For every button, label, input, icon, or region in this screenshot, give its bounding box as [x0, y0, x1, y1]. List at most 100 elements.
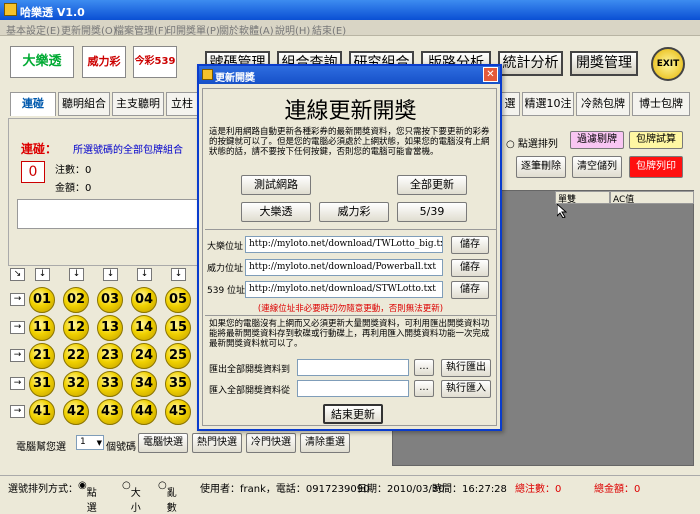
import-button[interactable]: 執行匯入 — [441, 380, 491, 398]
number-ball[interactable]: 01 — [29, 287, 55, 313]
url-lotto-field[interactable]: http://myloto.net/download/TWLotto_big.t… — [245, 236, 443, 253]
exit-button[interactable]: EXIT — [651, 47, 685, 81]
row-arrow-icon[interactable]: → — [10, 377, 25, 390]
col-arrow-icon[interactable]: ↓ — [171, 268, 186, 281]
save-powerball-button[interactable]: 儲存 — [451, 259, 489, 277]
import-label: 匯入全部開獎資料從 — [209, 386, 291, 396]
close-icon[interactable]: ✕ — [483, 67, 498, 82]
row-arrow-icon[interactable]: → — [10, 321, 25, 334]
number-ball[interactable]: 21 — [29, 343, 55, 369]
tab-hotcold[interactable]: 冷熱包牌 — [576, 92, 630, 116]
menu-about[interactable]: 關於軟體(A) — [219, 22, 274, 37]
number-ball[interactable]: 41 — [29, 399, 55, 425]
update-lotto-button[interactable]: 大樂透 — [241, 202, 311, 222]
export-button[interactable]: 執行匯出 — [441, 359, 491, 377]
col-arrow-icon[interactable]: ↓ — [137, 268, 152, 281]
menu-help[interactable]: 說明(H) — [275, 22, 310, 37]
clear-list-button[interactable]: 清空儲列 — [572, 156, 622, 178]
col-header-ac[interactable]: AC值 — [610, 191, 694, 205]
update-all-button[interactable]: 全部更新 — [397, 175, 467, 195]
sort-option-random[interactable]: ○ 亂數 — [158, 480, 177, 514]
test-network-button[interactable]: 測試網路 — [241, 175, 311, 195]
tab-smart-combo[interactable]: 聽明組合 — [58, 92, 110, 116]
stats-analysis-button[interactable]: 統計分析 — [498, 51, 563, 76]
number-ball[interactable]: 04 — [131, 287, 157, 313]
menu-basic[interactable]: 基本設定(E) — [6, 22, 60, 37]
number-ball[interactable]: 45 — [165, 399, 191, 425]
menu-file[interactable]: 檔案管理(F) — [114, 22, 168, 37]
export-path-field[interactable] — [297, 359, 409, 376]
lotto-logo-text: 大樂透 — [22, 54, 62, 69]
number-ball[interactable]: 13 — [97, 315, 123, 341]
sort-option-click[interactable]: ◉ 點選 — [78, 480, 97, 514]
number-ball[interactable]: 03 — [97, 287, 123, 313]
number-ball[interactable]: 24 — [131, 343, 157, 369]
sort-radio[interactable]: ○ 點選排列 — [506, 135, 558, 150]
save-lotto-button[interactable]: 儲存 — [451, 236, 489, 254]
col-header-oddeven[interactable]: 單雙 — [555, 191, 610, 205]
filter-button[interactable]: 過濾剔牌 — [570, 131, 624, 149]
number-ball[interactable]: 35 — [165, 371, 191, 397]
update-539-button[interactable]: 5/39 — [397, 202, 467, 222]
selected-count: 0 — [21, 161, 45, 183]
number-ball[interactable]: 22 — [63, 343, 89, 369]
menu-print[interactable]: 印開獎單(P) — [166, 22, 220, 37]
pack-calc-button[interactable]: 包牌試算 — [629, 131, 683, 149]
number-ball[interactable]: 25 — [165, 343, 191, 369]
tab-pick10[interactable]: 精選10注 — [522, 92, 574, 116]
number-ball[interactable]: 05 — [165, 287, 191, 313]
menu-update[interactable]: 更新開獎(O) — [61, 22, 117, 37]
pick-count-select[interactable]: 1 ▼ — [76, 435, 104, 450]
cold-pick-button[interactable]: 冷門快選 — [246, 433, 296, 453]
delete-row-button[interactable]: 逐筆刪除 — [516, 156, 566, 178]
save-539-button[interactable]: 儲存 — [451, 281, 489, 299]
number-ball[interactable]: 42 — [63, 399, 89, 425]
tab-doctor[interactable]: 博士包牌 — [632, 92, 690, 116]
number-ball[interactable]: 44 — [131, 399, 157, 425]
tab-pillar[interactable]: 立柱 — [166, 92, 198, 116]
url-539-field[interactable]: http://myloto.net/download/STWLotto.txt — [245, 281, 443, 298]
url-powerball-field[interactable]: http://myloto.net/download/Powerball.txt — [245, 259, 443, 276]
auto-pick-button[interactable]: 電腦快選 — [138, 433, 188, 453]
update-powerball-button[interactable]: 威力彩 — [319, 202, 389, 222]
tab-select[interactable]: 選 — [500, 92, 520, 116]
lotto-logo[interactable]: 大樂透 — [10, 46, 74, 78]
number-ball[interactable]: 12 — [63, 315, 89, 341]
row-arrow-icon[interactable]: → — [10, 349, 25, 362]
diag-arrow-icon[interactable]: ↘ — [10, 268, 25, 281]
url-warning: (連線位址非必要時切勿隨意更動，否則無法更新) — [257, 304, 444, 314]
tab-lianpeng[interactable]: 連碰 — [10, 92, 56, 116]
row-arrow-icon[interactable]: → — [10, 293, 25, 306]
number-ball[interactable]: 31 — [29, 371, 55, 397]
menu-exit[interactable]: 結束(E) — [312, 22, 346, 37]
number-ball[interactable]: 11 — [29, 315, 55, 341]
five39-logo-text: 今彩539 — [134, 56, 176, 67]
number-ball[interactable]: 15 — [165, 315, 191, 341]
sort-method-label: 選號排列方式： — [8, 484, 78, 495]
finish-update-button[interactable]: 結束更新 — [323, 404, 383, 424]
tab-main-branch[interactable]: 主支聽明 — [112, 92, 164, 116]
export-label: 匯出全部開獎資料到 — [209, 365, 291, 375]
number-ball[interactable]: 34 — [131, 371, 157, 397]
powerball-logo[interactable]: 威力彩 — [82, 46, 126, 78]
export-browse-button[interactable]: ... — [414, 359, 434, 376]
col-arrow-icon[interactable]: ↓ — [103, 268, 118, 281]
import-browse-button[interactable]: ... — [414, 380, 434, 397]
sort-radio-label: 點選排列 — [517, 139, 558, 150]
print-pack-button[interactable]: 包牌列印 — [629, 156, 683, 178]
hot-pick-button[interactable]: 熱門快選 — [192, 433, 242, 453]
number-ball[interactable]: 23 — [97, 343, 123, 369]
clear-pick-button[interactable]: 清除重選 — [300, 433, 350, 453]
col-arrow-icon[interactable]: ↓ — [69, 268, 84, 281]
five39-logo[interactable]: 今彩539 — [133, 46, 177, 78]
number-ball[interactable]: 43 — [97, 399, 123, 425]
number-ball[interactable]: 02 — [63, 287, 89, 313]
draw-manage-button[interactable]: 開獎管理 — [570, 51, 638, 76]
col-arrow-icon[interactable]: ↓ — [35, 268, 50, 281]
number-ball[interactable]: 32 — [63, 371, 89, 397]
import-path-field[interactable] — [297, 380, 409, 397]
row-arrow-icon[interactable]: → — [10, 405, 25, 418]
number-ball[interactable]: 33 — [97, 371, 123, 397]
sort-option-size[interactable]: ○ 大小 — [122, 480, 141, 514]
number-ball[interactable]: 14 — [131, 315, 157, 341]
